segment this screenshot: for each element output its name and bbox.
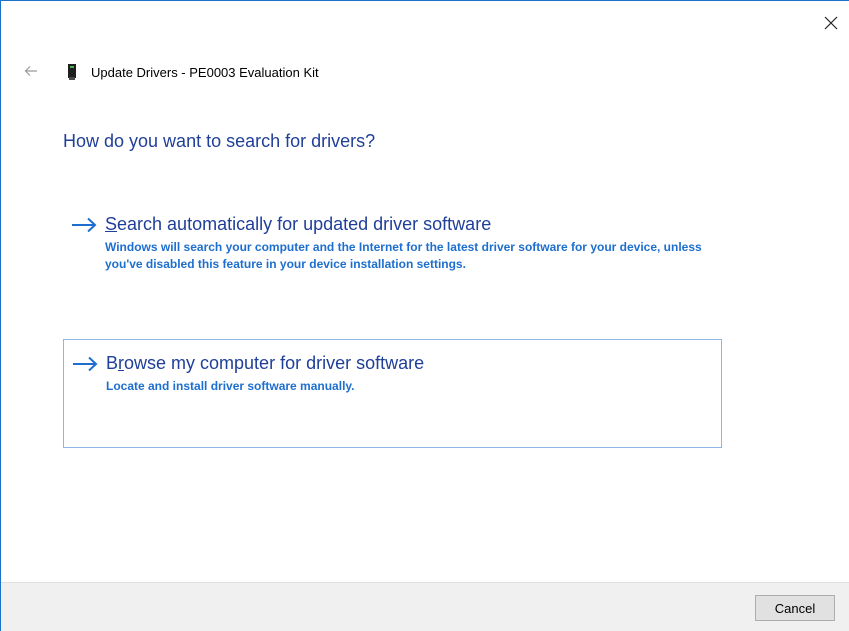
browse-computer-description: Locate and install driver software manua… [106, 379, 355, 393]
window-title: Update Drivers - PE0003 Evaluation Kit [91, 64, 319, 80]
search-automatically-title: Search automatically for updated driver … [105, 211, 712, 237]
option-title-text: owse my computer for driver software [124, 353, 425, 373]
browse-computer-option[interactable]: Browse my computer for driver software L… [63, 339, 722, 448]
close-icon [824, 16, 838, 30]
arrow-right-icon [72, 352, 106, 376]
footer-bar: Cancel [1, 582, 849, 631]
update-drivers-window: Update Drivers - PE0003 Evaluation Kit H… [0, 0, 849, 631]
option-title-prefix: B [106, 353, 119, 373]
title-bar: Update Drivers - PE0003 Evaluation Kit [63, 61, 319, 83]
option-title-text: earch automatically for updated driver s… [117, 214, 492, 234]
accelerator-key: S [105, 214, 118, 234]
page-heading: How do you want to search for drivers? [63, 131, 376, 151]
close-button[interactable] [813, 9, 849, 37]
usb-device-icon [63, 63, 81, 81]
back-arrow-icon [24, 66, 37, 76]
search-automatically-description: Windows will search your computer and th… [105, 240, 702, 271]
browse-computer-title: Browse my computer for driver software [106, 350, 424, 376]
cancel-button[interactable]: Cancel [755, 595, 835, 621]
back-button[interactable] [17, 59, 45, 83]
search-automatically-option[interactable]: Search automatically for updated driver … [63, 201, 722, 309]
search-automatically-text: Search automatically for updated driver … [105, 211, 712, 273]
browse-computer-text: Browse my computer for driver software L… [106, 350, 424, 395]
arrow-right-icon [71, 213, 105, 237]
